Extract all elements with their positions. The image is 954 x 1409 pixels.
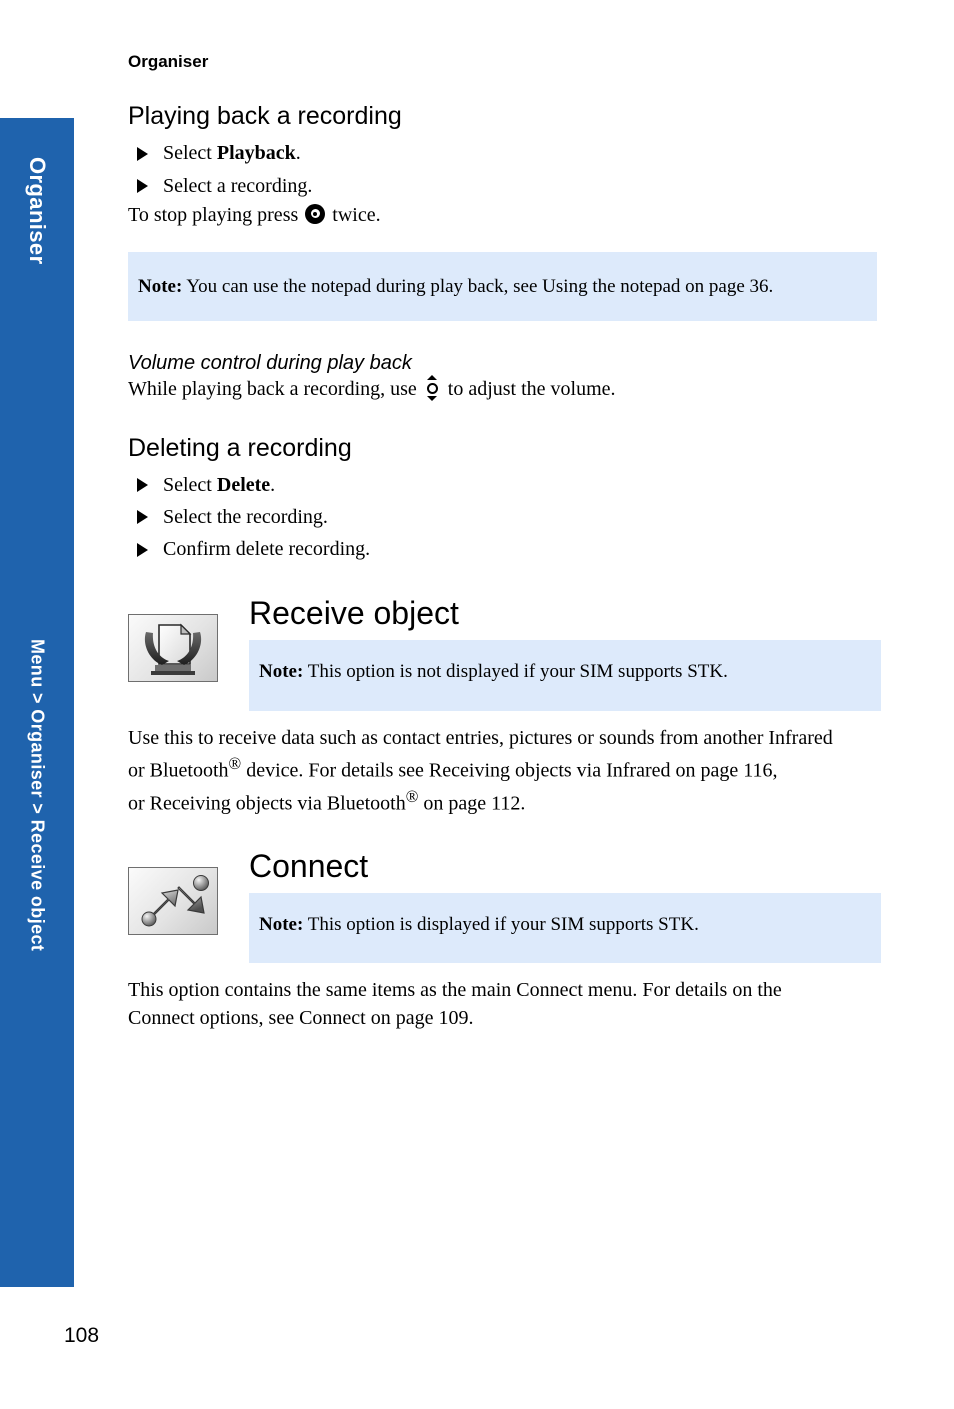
- heading-volume-control: Volume control during play back: [128, 352, 412, 375]
- body-line-2: Connect options, see Connect on page 109…: [128, 1007, 474, 1030]
- note-box-notepad: Note: You can use the notepad during pla…: [128, 251, 877, 322]
- note-text: You can use the notepad during play back…: [186, 275, 774, 297]
- list-item: Select Playback.: [128, 137, 938, 169]
- triangle-bullet-icon: [137, 542, 148, 557]
- running-head: Organiser: [128, 52, 209, 71]
- volume-text-after: to adjust the volume.: [447, 378, 616, 401]
- body-line-1: This option contains the same items as t…: [128, 979, 782, 1002]
- step-text: Select a recording.: [163, 174, 313, 197]
- note-label: Note:: [259, 660, 304, 682]
- registered-mark: ®: [405, 787, 419, 807]
- feature-body: Receive object Note: This option is not …: [249, 594, 938, 711]
- volume-text-before: While playing back a recording, use: [128, 378, 417, 401]
- triangle-bullet-icon: [137, 178, 148, 193]
- step-text: Select the recording.: [163, 505, 328, 528]
- stop-playing-instruction: To stop playing press twice.: [128, 202, 938, 230]
- list-item: Select Delete.: [128, 469, 938, 501]
- body-line-1: Use this to receive data such as contact…: [128, 726, 833, 749]
- page-number: 108: [64, 1324, 100, 1347]
- up-down-key-icon: [425, 375, 440, 402]
- connect-icon: [128, 866, 218, 935]
- note-box-connect: Note: This option is displayed if your S…: [249, 892, 881, 964]
- step-suffix: .: [270, 473, 276, 496]
- note-box-receive-object: Note: This option is not displayed if yo…: [249, 639, 881, 711]
- step-emphasis: Delete: [216, 473, 271, 496]
- select-key-icon: [305, 203, 326, 224]
- body-line-3b: on page 112.: [418, 793, 526, 815]
- stop-text-after: twice.: [332, 203, 381, 226]
- heading-playing-back: Playing back a recording: [128, 102, 402, 131]
- list-item: Select a recording.: [128, 170, 938, 202]
- sidebar-breadcrumb-tab: Menu > Organiser > Receive object: [0, 303, 74, 1287]
- registered-mark: ®: [228, 754, 242, 774]
- steps-deleting: Select Delete. Select the recording. Con…: [128, 469, 938, 566]
- body-line-2a: or Bluetooth: [128, 759, 229, 782]
- receive-object-icon: [128, 613, 218, 682]
- volume-instruction: While playing back a recording, use to a…: [128, 375, 938, 404]
- step-emphasis: Playback: [216, 142, 296, 165]
- feature-receive-object: Receive object Note: This option is not …: [128, 594, 938, 711]
- page-title-connect: Connect: [249, 847, 369, 884]
- note-text: This option is not displayed if your SIM…: [307, 660, 728, 682]
- note-label: Note:: [259, 913, 304, 935]
- list-item: Confirm delete recording.: [128, 533, 938, 565]
- heading-deleting-recording: Deleting a recording: [128, 433, 352, 462]
- list-item: Select the recording.: [128, 501, 938, 533]
- feature-connect: Connect Note: This option is displayed i…: [128, 847, 938, 964]
- page-title-receive-object: Receive object: [249, 594, 459, 631]
- triangle-bullet-icon: [137, 477, 148, 492]
- step-text: Select: [163, 473, 217, 496]
- step-text: Select: [163, 142, 217, 165]
- page-content: Organiser Playing back a recording Selec…: [128, 0, 938, 1033]
- step-suffix: .: [295, 142, 301, 165]
- breadcrumb: Menu > Organiser > Receive object: [27, 638, 48, 952]
- note-text: This option is displayed if your SIM sup…: [307, 913, 699, 935]
- triangle-bullet-icon: [137, 510, 148, 525]
- feature-body: Connect Note: This option is displayed i…: [249, 847, 938, 964]
- body-line-3a: or Receiving objects via Bluetooth: [128, 793, 406, 815]
- note-label: Note:: [138, 275, 183, 297]
- sidebar-chapter-label: Organiser: [25, 156, 50, 265]
- body-connect: This option contains the same items as t…: [128, 977, 938, 1032]
- body-receive-object: Use this to receive data such as contact…: [128, 725, 938, 819]
- body-line-2b: device. For details see Receiving object…: [241, 759, 778, 782]
- step-text: Confirm delete recording.: [163, 538, 371, 561]
- steps-playback: Select Playback. Select a recording.: [128, 137, 938, 202]
- triangle-bullet-icon: [137, 146, 148, 161]
- sidebar-chapter-tab: Organiser: [0, 118, 74, 303]
- stop-text-before: To stop playing press: [128, 203, 299, 226]
